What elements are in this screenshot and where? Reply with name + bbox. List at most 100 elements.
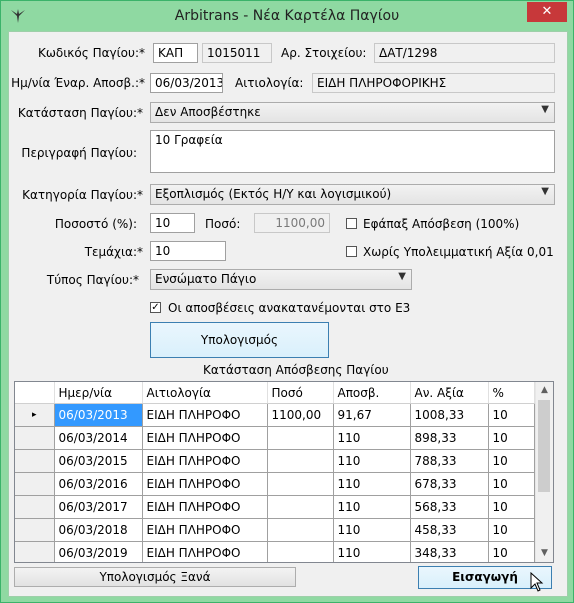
percent-field[interactable]: 10 (150, 213, 195, 233)
e3-checkbox[interactable]: ✓ (150, 302, 161, 313)
table-cell[interactable]: 678,33 (410, 472, 489, 496)
table-cell[interactable]: 06/03/2017 (54, 495, 143, 519)
vertical-scrollbar[interactable]: ▲ ▼ (535, 382, 553, 562)
table-cell[interactable]: ΕΙΔΗ ΠΛΗΡΟΦΟ (142, 518, 268, 542)
column-header[interactable]: Αν. Αξία (410, 382, 489, 404)
row-header[interactable] (15, 541, 55, 562)
table-cell[interactable]: 06/03/2016 (54, 472, 143, 496)
chevron-down-icon: ▼ (541, 186, 549, 197)
start-date-field[interactable]: 06/03/2013 (150, 73, 223, 93)
row-header[interactable] (15, 472, 55, 496)
table-cell[interactable]: 10 (488, 495, 535, 519)
scroll-thumb[interactable] (538, 400, 550, 492)
recalculate-button[interactable]: Υπολογισμός Ξανά (14, 567, 296, 587)
table-cell[interactable] (267, 426, 334, 450)
row-header[interactable] (15, 449, 55, 473)
table-cell[interactable]: 10 (488, 403, 535, 427)
scroll-down-icon[interactable]: ▼ (536, 545, 553, 562)
table-cell[interactable]: 06/03/2013 (54, 403, 143, 427)
code-number-field[interactable]: 1015011 (202, 43, 272, 63)
row-header[interactable] (15, 518, 55, 542)
row-header[interactable] (15, 495, 55, 519)
table-row[interactable]: 06/03/2016 ΕΙΔΗ ΠΛΗΡΟΦΟ 110 678,33 10 (15, 472, 535, 496)
table-cell[interactable] (267, 518, 334, 542)
table-row[interactable]: 06/03/2017 ΕΙΔΗ ΠΛΗΡΟΦΟ 110 568,33 10 (15, 495, 535, 519)
scroll-up-icon[interactable]: ▲ (536, 382, 553, 399)
status-select[interactable]: Δεν Αποσβέστηκε ▼ (150, 102, 555, 123)
category-value: Εξοπλισμός (Εκτός Η/Υ και λογισμικού) (155, 187, 392, 201)
pieces-label: Τεμάχια:* (84, 245, 143, 259)
calculate-button[interactable]: Υπολογισμός (150, 322, 329, 358)
code-label: Κωδικός Παγίου:* (37, 46, 145, 60)
column-header[interactable]: Αιτιολογία (142, 382, 268, 404)
table-row[interactable]: 06/03/2014 ΕΙΔΗ ΠΛΗΡΟΦΟ 110 898,33 10 (15, 426, 535, 450)
table-cell[interactable]: 06/03/2015 (54, 449, 143, 473)
table-cell[interactable]: 110 (333, 541, 411, 562)
table-cell[interactable]: ΕΙΔΗ ΠΛΗΡΟΦΟ (142, 426, 268, 450)
table-cell[interactable]: 91,67 (333, 403, 411, 427)
table-cell[interactable]: ΕΙΔΗ ΠΛΗΡΟΦΟ (142, 472, 268, 496)
amount-field[interactable]: 1100,00 (254, 213, 330, 233)
row-header[interactable] (15, 426, 55, 450)
category-select[interactable]: Εξοπλισμός (Εκτός Η/Υ και λογισμικού) ▼ (150, 184, 555, 205)
table-cell[interactable]: 10 (488, 426, 535, 450)
window-title: Arbitrans - Νέα Καρτέλα Παγίου (174, 8, 400, 24)
type-label: Τύπος Παγίου:* (46, 273, 139, 287)
table-cell[interactable]: 110 (333, 472, 411, 496)
table-cell[interactable]: 1100,00 (267, 403, 334, 427)
table-row[interactable]: 06/03/2015 ΕΙΔΗ ΠΛΗΡΟΦΟ 110 788,33 10 (15, 449, 535, 473)
table-cell[interactable] (267, 472, 334, 496)
table-caption: Κατάσταση Απόσβεσης Παγίου (203, 363, 389, 377)
table-cell[interactable]: 10 (488, 472, 535, 496)
no-residual-checkbox[interactable] (346, 246, 357, 257)
table-cell[interactable]: 348,33 (410, 541, 489, 562)
table-cell[interactable]: ΕΙΔΗ ΠΛΗΡΟΦΟ (142, 541, 268, 562)
table-cell[interactable] (267, 449, 334, 473)
onetime-label: Εφάπαξ Απόσβεση (100%) (363, 217, 520, 231)
pieces-field[interactable]: 10 (150, 241, 226, 261)
status-label: Κατάσταση Παγίου:* (17, 106, 143, 120)
form-area: Κωδικός Παγίου:* ΚΑΠ 1015011 Αρ. Στοιχεί… (8, 31, 568, 597)
start-date-label: Ημ/νία Έναρ. Αποσβ.:* (11, 76, 145, 90)
column-header[interactable]: Αποσβ. (333, 382, 411, 404)
table-cell[interactable]: 568,33 (410, 495, 489, 519)
table-cell[interactable]: 788,33 (410, 449, 489, 473)
table-cell[interactable]: ΕΙΔΗ ΠΛΗΡΟΦΟ (142, 449, 268, 473)
column-header[interactable]: Ημερ/νία (54, 382, 143, 404)
table-cell[interactable]: 10 (488, 541, 535, 562)
code-prefix-field[interactable]: ΚΑΠ (153, 43, 198, 63)
depreciation-grid[interactable]: Ημερ/νία Αιτιολογία Ποσό Αποσβ. Αν. Αξία… (14, 381, 554, 563)
table-cell[interactable]: 06/03/2018 (54, 518, 143, 542)
table-row[interactable]: 06/03/2018 ΕΙΔΗ ΠΛΗΡΟΦΟ 110 458,33 10 (15, 518, 535, 542)
table-cell[interactable]: 06/03/2019 (54, 541, 143, 562)
percent-label: Ποσοστό (%): (54, 217, 137, 231)
row-header[interactable]: ▸ (15, 403, 55, 427)
table-cell[interactable]: 10 (488, 518, 535, 542)
table-cell[interactable]: 06/03/2014 (54, 426, 143, 450)
table-cell[interactable]: 110 (333, 518, 411, 542)
table-row[interactable]: 06/03/2019 ΕΙΔΗ ΠΛΗΡΟΦΟ 110 348,33 10 (15, 541, 535, 562)
table-cell[interactable]: ΕΙΔΗ ΠΛΗΡΟΦΟ (142, 403, 268, 427)
table-cell[interactable] (267, 541, 334, 562)
item-no-field[interactable]: ΔΑΤ/1298 (374, 43, 555, 63)
table-cell[interactable] (267, 495, 334, 519)
close-button[interactable]: ✕ (527, 2, 567, 22)
table-cell[interactable]: ΕΙΔΗ ΠΛΗΡΟΦΟ (142, 495, 268, 519)
no-residual-label: Χωρίς Υπολειμματική Αξία 0,01 (363, 245, 554, 259)
depreciation-table: Ημερ/νία Αιτιολογία Ποσό Αποσβ. Αν. Αξία… (15, 382, 535, 562)
onetime-checkbox[interactable] (346, 218, 357, 229)
table-cell[interactable]: 110 (333, 495, 411, 519)
description-field[interactable]: 10 Γραφεία (150, 130, 555, 173)
reason-field[interactable]: ΕΙΔΗ ΠΛΗΡΟΦΟΡΙΚΗΣ (312, 73, 555, 93)
column-header[interactable]: Ποσό (267, 382, 334, 404)
table-cell[interactable]: 110 (333, 449, 411, 473)
table-cell[interactable]: 110 (333, 426, 411, 450)
type-select[interactable]: Ενσώματο Πάγιο ▼ (150, 269, 412, 290)
e3-label: Οι αποσβέσεις ανακατανέμονται στο Ε3 (168, 301, 411, 315)
table-cell[interactable]: 10 (488, 449, 535, 473)
table-cell[interactable]: 458,33 (410, 518, 489, 542)
table-row[interactable]: ▸ 06/03/2013 ΕΙΔΗ ΠΛΗΡΟΦΟ 1100,00 91,67 1008,… (15, 403, 535, 427)
column-header[interactable]: % (488, 382, 535, 404)
table-cell[interactable]: 898,33 (410, 426, 489, 450)
table-cell[interactable]: 1008,33 (410, 403, 489, 427)
